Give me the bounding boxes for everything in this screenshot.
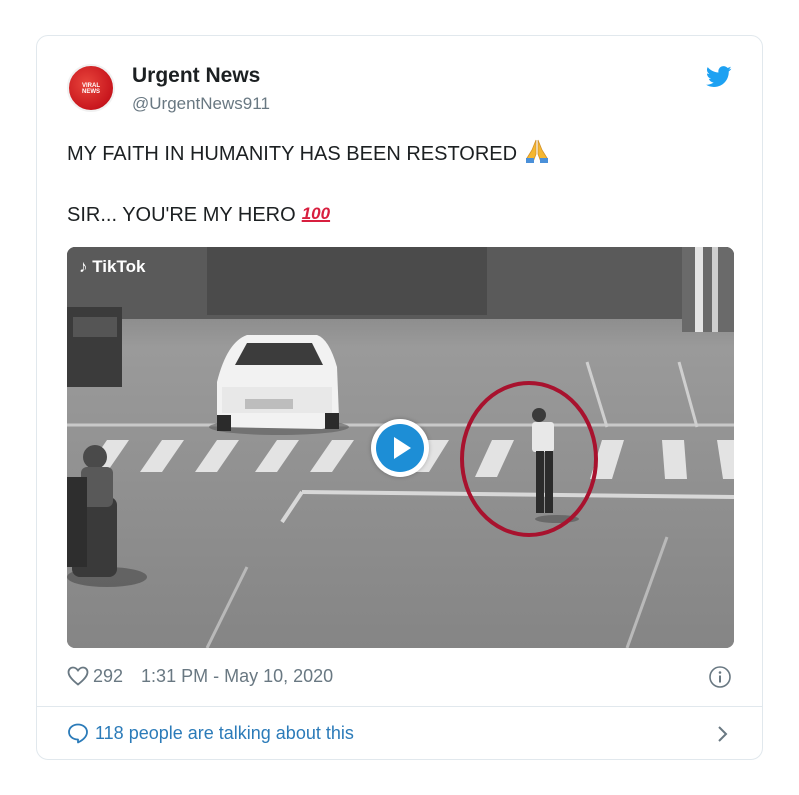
author-handle[interactable]: @UrgentNews911: [132, 94, 270, 114]
like-count[interactable]: 292: [93, 666, 123, 686]
tiktok-label: TikTok: [92, 257, 146, 276]
tweet-text-line2: SIR... YOU'RE MY HERO 100: [67, 202, 330, 227]
hundred-emoji: 100: [301, 204, 331, 223]
tweet-text-line1-text: MY FAITH IN HUMANITY HAS BEEN RESTORED: [67, 143, 518, 165]
speech-bubble-icon: [68, 723, 88, 744]
info-icon[interactable]: [708, 665, 732, 689]
pray-emoji-icon: [526, 139, 549, 163]
play-icon: [376, 424, 424, 472]
conversation-link[interactable]: 118 people are talking about this: [67, 722, 354, 744]
author-name[interactable]: Urgent News: [132, 64, 260, 88]
twitter-bird-icon[interactable]: [706, 66, 732, 88]
timestamp[interactable]: 1:31 PM - May 10, 2020: [141, 666, 333, 686]
tiktok-watermark: ♪ TikTok: [79, 257, 145, 277]
divider: [37, 706, 762, 707]
avatar-text: VIRAL NEWS: [82, 83, 100, 95]
tweet-text-line1: MY FAITH IN HUMANITY HAS BEEN RESTORED: [67, 138, 551, 166]
play-button[interactable]: [371, 419, 429, 477]
conversation-label: 118 people are talking about this: [95, 723, 354, 743]
heart-icon[interactable]: [67, 666, 89, 686]
tweet-text-line2-text: SIR... YOU'RE MY HERO: [67, 204, 296, 226]
chevron-right-icon[interactable]: [716, 724, 730, 744]
tweet-card[interactable]: VIRAL NEWS Urgent News @UrgentNews911 MY…: [36, 35, 763, 760]
play-triangle: [394, 437, 411, 459]
video-player[interactable]: ♪ TikTok: [67, 247, 734, 648]
tweet-meta: 292 1:31 PM - May 10, 2020: [67, 666, 333, 690]
avatar[interactable]: VIRAL NEWS: [67, 64, 115, 112]
tiktok-note-icon: ♪: [79, 257, 88, 276]
